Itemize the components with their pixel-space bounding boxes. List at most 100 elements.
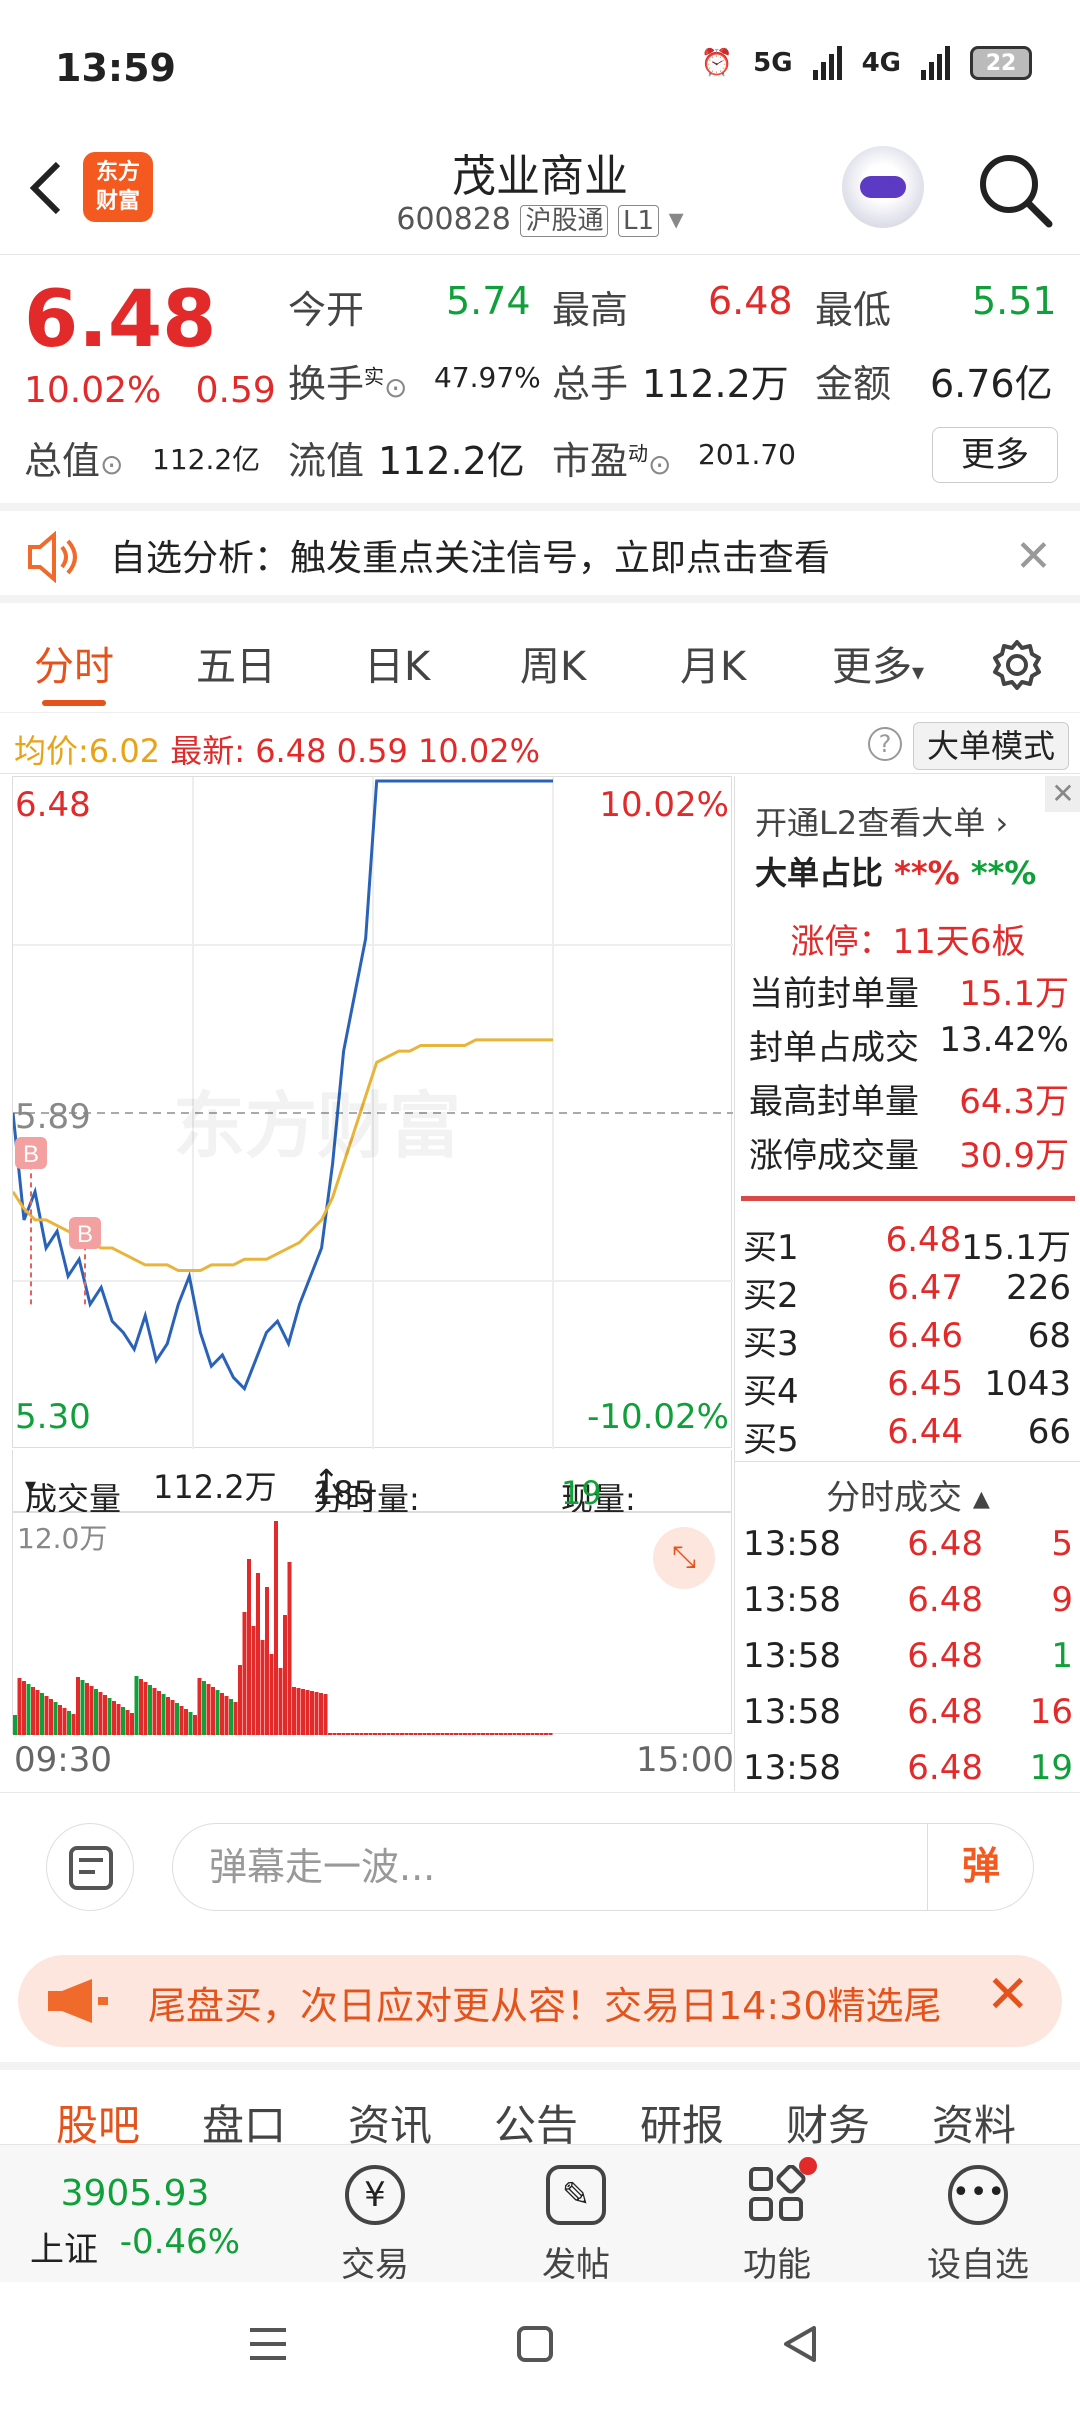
volume-bar bbox=[143, 1682, 148, 1735]
volume-bar bbox=[449, 1733, 454, 1735]
bottom-toolbar: 3905.93 上证 -0.46% ¥ 交易 ✎ 发帖 功能 ••• 设自选 bbox=[0, 2144, 1080, 2285]
close-icon[interactable]: ✕ bbox=[1015, 531, 1052, 582]
order-book-panel: ✕ 开通L2查看大单 › 大单占比 **% **% 涨停：11天6板 当前封单量… bbox=[734, 776, 1080, 1791]
pe-value: 201.70 bbox=[698, 438, 796, 471]
volume-bar bbox=[535, 1733, 539, 1735]
last-label: 最新: bbox=[170, 732, 246, 770]
analysis-notice[interactable]: 自选分析：触发重点关注信号，立即点击查看 ✕ bbox=[0, 503, 1080, 603]
tab-intraday[interactable]: 分时 bbox=[34, 634, 114, 706]
volume-bar bbox=[436, 1733, 440, 1735]
volume-bar bbox=[458, 1733, 463, 1735]
danmaku-toggle-button[interactable]: 弹 bbox=[927, 1823, 1034, 1911]
volume-bar bbox=[350, 1733, 355, 1735]
net-5g-label: 5G bbox=[753, 48, 793, 78]
settings-gear-icon[interactable] bbox=[990, 638, 1044, 692]
function-button[interactable]: 功能 bbox=[717, 2157, 837, 2286]
tab-more[interactable]: 更多▾ bbox=[832, 634, 924, 692]
price-change: 10.02% 0.59 bbox=[24, 370, 276, 411]
volume-bar bbox=[539, 1733, 544, 1735]
robot-assistant-icon[interactable] bbox=[842, 146, 924, 228]
back-icon[interactable] bbox=[780, 2324, 820, 2364]
volume-bar bbox=[310, 1691, 314, 1735]
big-order-ratio: 大单占比 **% **% bbox=[755, 854, 1037, 892]
volume-bar bbox=[26, 1684, 31, 1735]
volume-bar bbox=[242, 1612, 247, 1735]
volume-bar bbox=[58, 1705, 62, 1735]
volume-bar bbox=[530, 1733, 535, 1735]
bid-row: 买5 6.44 66 bbox=[743, 1412, 1071, 1460]
danmaku-settings-icon[interactable] bbox=[46, 1823, 134, 1911]
volume-chart: 12.0万 ⤡ bbox=[12, 1512, 732, 1735]
volume-bar bbox=[418, 1733, 422, 1735]
home-icon[interactable] bbox=[515, 2324, 555, 2364]
volume-bar bbox=[161, 1694, 166, 1735]
open-field: 今开 bbox=[288, 288, 365, 332]
tab-weekly-k[interactable]: 周K bbox=[520, 634, 586, 692]
stock-header: 东方 财富 茂业商业 600828 沪股通 L1 ▾ bbox=[0, 130, 1080, 255]
search-icon[interactable] bbox=[975, 150, 1055, 230]
volume-bar bbox=[314, 1692, 319, 1735]
volume-bar bbox=[31, 1687, 35, 1735]
volume-bar bbox=[112, 1701, 116, 1735]
tab-daily-k[interactable]: 日K bbox=[364, 634, 430, 692]
volume-bar bbox=[337, 1733, 341, 1735]
tab-five-day[interactable]: 五日 bbox=[196, 634, 276, 692]
post-button[interactable]: ✎ 发帖 bbox=[516, 2165, 636, 2286]
help-icon[interactable]: ? bbox=[868, 727, 902, 761]
volume-bar bbox=[283, 1615, 287, 1735]
volume-bar bbox=[503, 1733, 508, 1735]
big-order-mode-button[interactable]: 大单模式 bbox=[913, 722, 1069, 770]
volume-bar bbox=[548, 1733, 553, 1735]
edit-icon: ✎ bbox=[546, 2165, 606, 2225]
volume-bar bbox=[508, 1733, 512, 1735]
volume-bar bbox=[386, 1733, 391, 1735]
volume-bar bbox=[341, 1733, 346, 1735]
volume-bar bbox=[391, 1733, 395, 1735]
volume-bar bbox=[454, 1733, 458, 1735]
volume-bar bbox=[71, 1714, 76, 1735]
volume-chart-svg bbox=[13, 1521, 553, 1735]
promo-banner[interactable]: 尾盘买，次日应对更从容！交易日14:30精选尾 ✕ bbox=[18, 1955, 1062, 2047]
watermark: 东方财富 bbox=[173, 1084, 462, 1168]
volume-bar bbox=[166, 1697, 170, 1735]
expand-icon[interactable]: ⤡ bbox=[653, 1527, 715, 1589]
volume-bar bbox=[94, 1689, 98, 1735]
tab-monthly-k[interactable]: 月K bbox=[680, 634, 746, 692]
volume-bar bbox=[400, 1733, 404, 1735]
limit-row: 最高封单量 64.3万 bbox=[749, 1082, 1069, 1122]
add-watchlist-button[interactable]: ••• 设自选 bbox=[918, 2165, 1038, 2286]
volume-bar bbox=[233, 1702, 238, 1735]
trades-header[interactable]: 分时成交 ▴ bbox=[735, 1461, 1080, 1519]
volume-bar bbox=[517, 1733, 521, 1735]
high-value: 6.48 bbox=[708, 279, 793, 323]
volume-value: 112.2万 bbox=[642, 362, 789, 406]
pct-min-label: -10.02% bbox=[587, 1397, 729, 1437]
trade-row: 13:58 6.48 9 bbox=[743, 1580, 1073, 1620]
alarm-icon: ⏰ bbox=[700, 48, 734, 78]
promo-text: 尾盘买，次日应对更从容！交易日14:30精选尾 bbox=[148, 1984, 942, 2028]
volume-bar bbox=[526, 1733, 530, 1735]
volume-bar bbox=[346, 1733, 350, 1735]
trade-button[interactable]: ¥ 交易 bbox=[315, 2165, 435, 2286]
volume-bar bbox=[17, 1678, 22, 1735]
system-nav-bar bbox=[0, 2282, 1080, 2412]
speaker-icon bbox=[28, 531, 77, 583]
index-ticker[interactable]: 3905.93 上证 -0.46% bbox=[30, 2173, 240, 2271]
more-quote-button[interactable]: 更多 bbox=[932, 427, 1058, 483]
intraday-chart[interactable]: B B 6.48 10.02% 5.89 5.30 -10.02% 东方财富 bbox=[12, 776, 733, 1449]
volume-info-bar: 成交量 ▾ 112.2万 分时量: 185 ↑ 现量: 19 bbox=[12, 1450, 732, 1518]
volume-bar bbox=[211, 1687, 215, 1735]
close-icon[interactable]: ✕ bbox=[1045, 776, 1080, 812]
volume-bar bbox=[53, 1702, 58, 1735]
current-price: 6.48 bbox=[24, 275, 217, 365]
l2-upgrade-link[interactable]: 开通L2查看大单 › bbox=[755, 798, 1008, 844]
volume-bar bbox=[292, 1687, 296, 1735]
notification-dot bbox=[799, 2157, 817, 2175]
trade-row: 13:58 6.48 19 bbox=[743, 1748, 1073, 1788]
turnover-label: 换手实⊙ bbox=[288, 362, 408, 406]
trade-row: 13:58 6.48 1 bbox=[743, 1636, 1073, 1676]
volume-bar bbox=[287, 1562, 292, 1735]
close-icon[interactable]: ✕ bbox=[986, 1965, 1030, 2025]
menu-icon[interactable] bbox=[248, 2324, 288, 2364]
danmaku-input[interactable]: 弹幕走一波... bbox=[172, 1823, 1034, 1911]
